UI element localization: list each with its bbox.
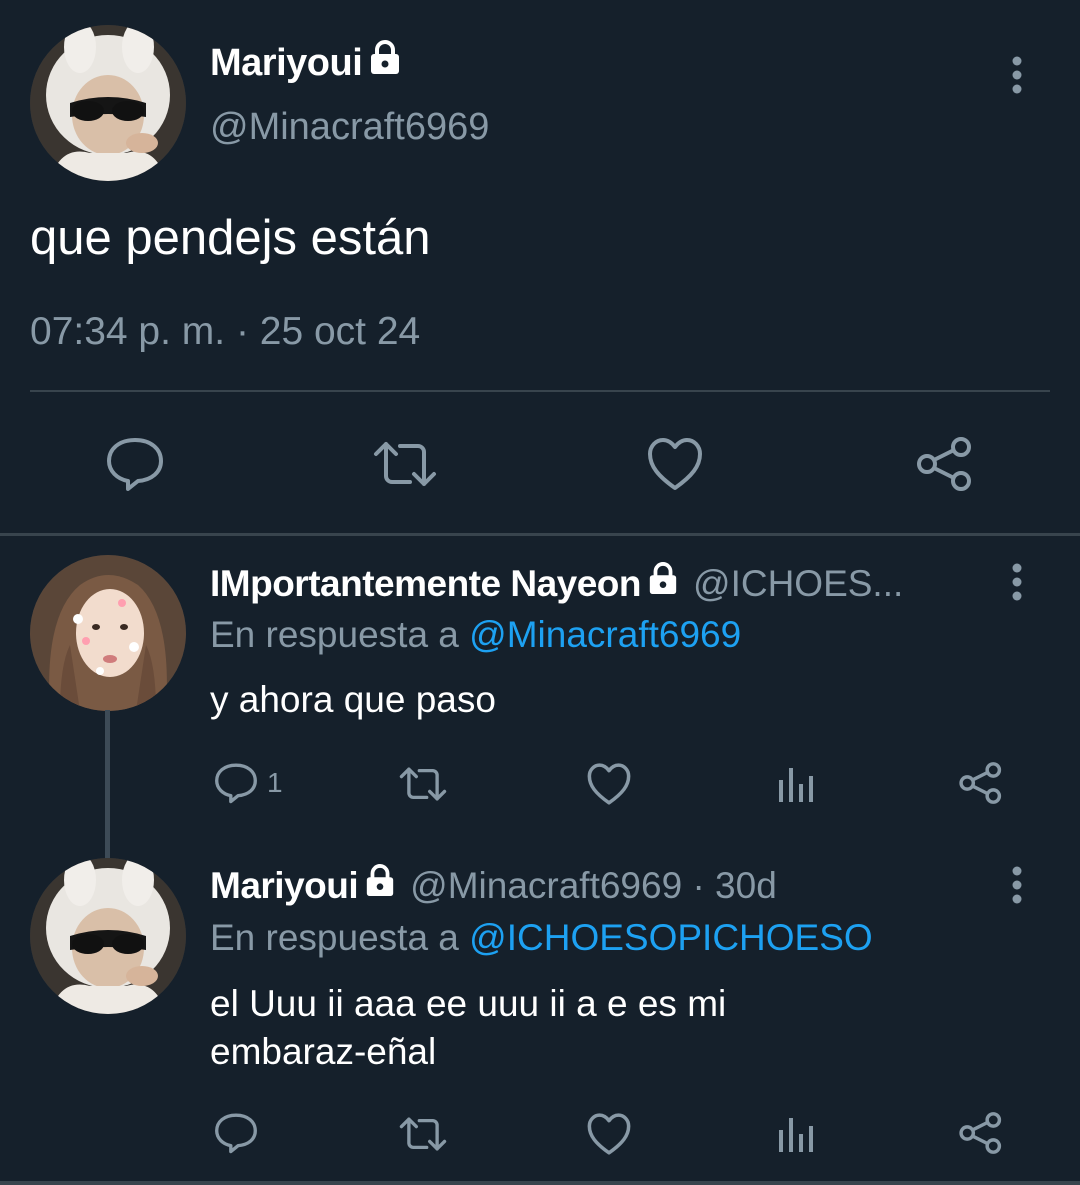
- tweet-detail-page: Mariyoui @Minacraft6969 que pendejs está…: [0, 0, 1080, 1185]
- like-icon[interactable]: [586, 1112, 632, 1156]
- analytics-icon[interactable]: [776, 1114, 816, 1154]
- more-options-icon[interactable]: [1002, 55, 1032, 95]
- author-name[interactable]: Mariyoui: [210, 865, 359, 907]
- retweet-icon[interactable]: [397, 1114, 449, 1154]
- reply-icon[interactable]: [104, 435, 166, 493]
- reply-count: 1: [267, 767, 283, 798]
- analytics-icon[interactable]: [776, 764, 816, 804]
- share-icon[interactable]: [915, 435, 975, 493]
- reply-button[interactable]: 1: [213, 760, 283, 806]
- avatar[interactable]: [30, 25, 186, 181]
- reply-context: En respuesta a @ICHOESOPICHOESO: [210, 917, 873, 959]
- mention-link[interactable]: @Minacraft6969: [469, 614, 741, 655]
- author-name[interactable]: IMportantemente Nayeon: [210, 563, 642, 605]
- avatar[interactable]: [30, 858, 186, 1014]
- avatar[interactable]: [30, 555, 186, 711]
- reply-context: En respuesta a @Minacraft6969: [210, 614, 741, 656]
- author-name[interactable]: Mariyoui: [210, 40, 402, 86]
- share-icon[interactable]: [958, 1110, 1004, 1156]
- thread-connector: [105, 710, 110, 862]
- tweet-text: que pendejs están: [30, 211, 431, 265]
- reply-prefix: En respuesta a: [210, 614, 470, 655]
- reply-icon[interactable]: [213, 1110, 259, 1156]
- retweet-icon[interactable]: [370, 438, 440, 490]
- author-handle[interactable]: @ICHOES...: [693, 563, 903, 605]
- more-options-icon[interactable]: [1002, 865, 1032, 905]
- lock-icon: [364, 864, 396, 907]
- tweet-text: y ahora que paso: [210, 679, 496, 720]
- section-divider: [0, 533, 1080, 536]
- author-handle[interactable]: @Minacraft6969 · 30d: [410, 865, 777, 907]
- reply-header: IMportantemente Nayeon @ICHOES...: [210, 562, 903, 605]
- like-icon[interactable]: [586, 762, 632, 806]
- reply-header: Mariyoui @Minacraft6969 · 30d: [210, 864, 777, 907]
- main-tweet: Mariyoui @Minacraft6969 que pendejs está…: [0, 0, 1080, 536]
- reply-prefix: En respuesta a: [210, 917, 470, 958]
- retweet-icon[interactable]: [397, 764, 449, 804]
- share-icon[interactable]: [958, 760, 1004, 806]
- reply-icon: [215, 763, 257, 804]
- tweet-timestamp[interactable]: 07:34 p. m. · 25 oct 24: [30, 310, 420, 354]
- author-handle[interactable]: @Minacraft6969: [210, 106, 489, 149]
- lock-icon: [368, 40, 402, 86]
- divider: [30, 390, 1050, 392]
- tweet-text: el Uuu ii aaa ee uuu ii a e es mi embara…: [210, 983, 727, 1072]
- lock-icon: [647, 562, 679, 605]
- divider: [0, 1181, 1080, 1185]
- more-options-icon[interactable]: [1002, 562, 1032, 602]
- author-name-text[interactable]: Mariyoui: [210, 42, 363, 85]
- mention-link[interactable]: @ICHOESOPICHOESO: [469, 917, 873, 958]
- like-icon[interactable]: [646, 436, 704, 492]
